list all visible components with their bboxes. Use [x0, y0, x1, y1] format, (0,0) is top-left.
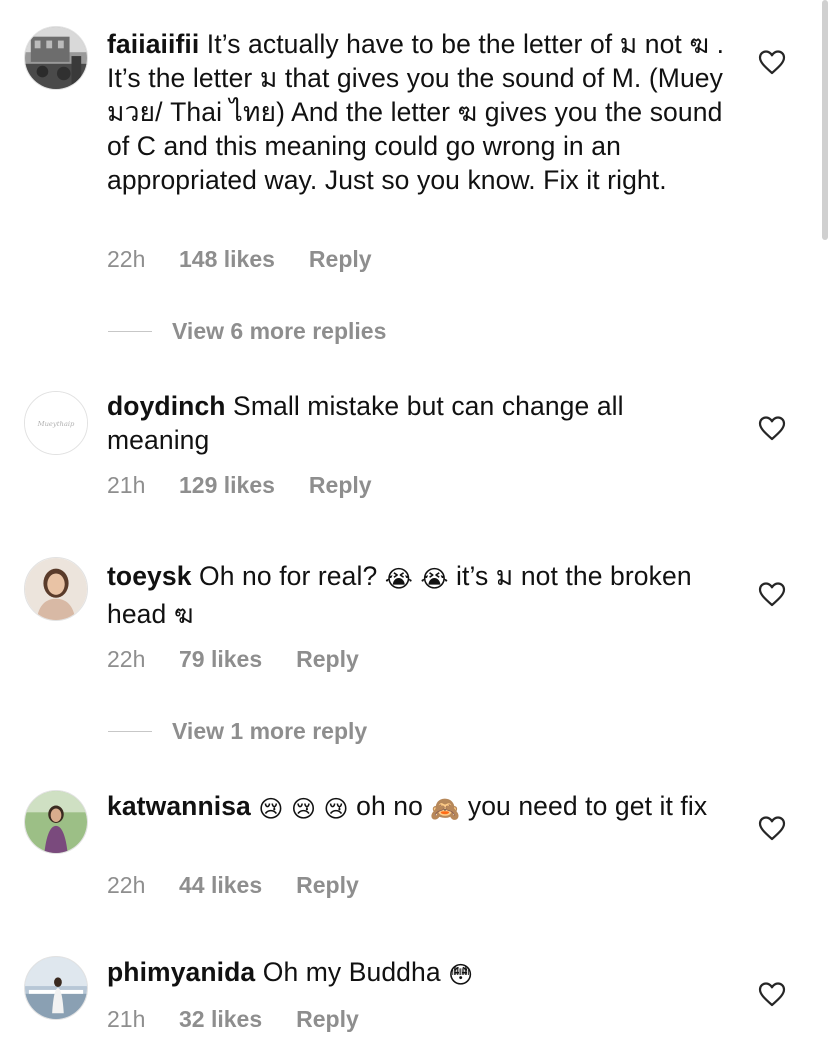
comment-text: faiiaiifii It’s actually have to be the …	[107, 27, 727, 197]
heart-icon[interactable]	[758, 815, 786, 841]
avatar[interactable]: Mueythaip	[24, 391, 88, 455]
comment-body-start: Oh no for real?	[191, 561, 385, 591]
username[interactable]: faiiaiifii	[107, 29, 199, 59]
timestamp: 22h	[107, 246, 146, 272]
username[interactable]: doydinch	[107, 391, 226, 421]
timestamp: 21h	[107, 1006, 146, 1032]
view-more-label: View 6 more replies	[172, 318, 387, 344]
comment-meta: 22h 148 likes Reply	[107, 246, 372, 273]
comment-text: katwannisa 😢 😢 😢 oh no 🙈 you need to get…	[107, 789, 727, 827]
comment-body: It’s actually have to be the letter of ม…	[107, 29, 725, 195]
username[interactable]: katwannisa	[107, 791, 251, 821]
crying-face-emoji: 😭	[384, 566, 413, 593]
avatar-photo	[25, 791, 87, 853]
heart-icon[interactable]	[758, 981, 786, 1007]
view-more-replies[interactable]: View 6 more replies	[108, 318, 386, 345]
comment-text: phimyanida Oh my Buddha 😳	[107, 955, 727, 993]
comment-body: Oh my Buddha	[255, 957, 449, 987]
username[interactable]: phimyanida	[107, 957, 255, 987]
avatar-logo: Mueythaip	[25, 392, 87, 454]
likes-count[interactable]: 129 likes	[179, 472, 275, 499]
divider-line	[108, 330, 152, 333]
crying-face-emoji: 😭	[420, 566, 449, 593]
heart-icon[interactable]	[758, 49, 786, 75]
reply-button[interactable]: Reply	[296, 1006, 359, 1033]
avatar-photo	[25, 27, 87, 89]
comment-body-mid: oh no	[348, 791, 431, 821]
scrollbar[interactable]	[822, 0, 828, 240]
comment-meta: 22h 44 likes Reply	[107, 872, 359, 899]
sad-face-emoji: 😢	[290, 796, 317, 823]
username[interactable]: toeysk	[107, 561, 192, 591]
comment-text: toeysk Oh no for real? 😭 😭 it’s ม not th…	[107, 559, 727, 631]
avatar[interactable]	[24, 790, 88, 854]
avatar-photo	[25, 957, 87, 1019]
comment-meta: 21h 129 likes Reply	[107, 472, 372, 499]
likes-count[interactable]: 148 likes	[179, 246, 275, 273]
sad-face-emoji: 😢	[323, 796, 349, 823]
divider-line	[108, 730, 152, 733]
timestamp: 22h	[107, 872, 146, 898]
comment-text: doydinch Small mistake but can change al…	[107, 389, 727, 457]
view-more-label: View 1 more reply	[172, 718, 368, 744]
reply-button[interactable]: Reply	[296, 872, 359, 899]
sad-face-emoji: 😢	[258, 796, 284, 823]
comment-meta: 22h 79 likes Reply	[107, 646, 359, 673]
see-no-evil-monkey-emoji: 🙈	[430, 796, 461, 823]
likes-count[interactable]: 32 likes	[179, 1006, 262, 1033]
likes-count[interactable]: 79 likes	[179, 646, 262, 673]
reply-button[interactable]: Reply	[309, 246, 372, 273]
heart-icon[interactable]	[758, 581, 786, 607]
avatar-photo	[25, 558, 87, 620]
comment-body-end: you need to get it fix	[460, 791, 708, 821]
svg-text:Mueythaip: Mueythaip	[37, 420, 75, 428]
timestamp: 22h	[107, 646, 146, 672]
timestamp: 21h	[107, 472, 146, 498]
reply-button[interactable]: Reply	[296, 646, 359, 673]
comment-meta: 21h 32 likes Reply	[107, 1006, 359, 1033]
avatar[interactable]	[24, 956, 88, 1020]
reply-button[interactable]: Reply	[309, 472, 372, 499]
likes-count[interactable]: 44 likes	[179, 872, 262, 899]
avatar[interactable]	[24, 26, 88, 90]
avatar[interactable]	[24, 557, 88, 621]
heart-icon[interactable]	[758, 415, 786, 441]
view-more-replies[interactable]: View 1 more reply	[108, 718, 367, 745]
flushed-face-emoji: 😳	[448, 962, 474, 989]
